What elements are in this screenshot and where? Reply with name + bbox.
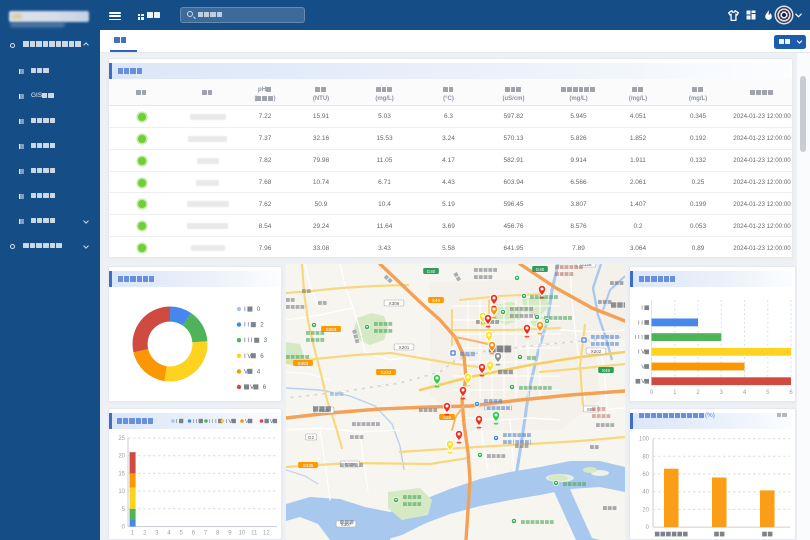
svg-text:I: I: [635, 335, 637, 341]
svg-text:I: I: [244, 322, 246, 329]
svg-text:S49: S49: [432, 298, 441, 303]
svg-text:G40: G40: [536, 267, 545, 272]
svg-text:G2: G2: [308, 435, 315, 440]
svg-text:I: I: [638, 350, 640, 356]
svg-text:S48: S48: [602, 368, 611, 373]
svg-text:S243: S243: [381, 370, 392, 375]
svg-text:I: I: [641, 306, 643, 312]
svg-text:100: 100: [639, 437, 650, 443]
svg-text:0: 0: [646, 525, 650, 531]
svg-text:I: I: [247, 337, 249, 344]
svg-text:G40: G40: [427, 269, 436, 274]
svg-text:10: 10: [118, 489, 125, 495]
svg-text:I: I: [641, 320, 643, 326]
svg-text:S353: S353: [326, 327, 337, 332]
svg-text:I: I: [196, 419, 198, 425]
svg-text:3: 3: [720, 390, 724, 396]
svg-text:2: 2: [696, 390, 700, 396]
svg-text:7: 7: [204, 531, 208, 537]
svg-text:40: 40: [642, 490, 649, 496]
svg-text:I: I: [244, 337, 246, 344]
svg-text:1: 1: [673, 390, 677, 396]
svg-text:I: I: [247, 322, 249, 329]
svg-text:11: 11: [251, 531, 258, 537]
svg-text:I: I: [638, 335, 640, 341]
svg-text:I: I: [244, 353, 246, 360]
svg-text:8: 8: [216, 531, 220, 537]
svg-text:20: 20: [642, 507, 649, 513]
svg-text:2: 2: [260, 322, 264, 329]
svg-text:2: 2: [143, 531, 147, 537]
svg-text:80: 80: [642, 454, 649, 460]
svg-text:S353: S353: [298, 361, 309, 366]
svg-text:4: 4: [167, 531, 171, 537]
svg-text:5: 5: [122, 507, 126, 513]
svg-text:1: 1: [131, 531, 135, 537]
svg-text:I: I: [215, 419, 217, 425]
svg-text:I: I: [226, 419, 228, 425]
svg-text:I: I: [638, 320, 640, 326]
svg-text:3: 3: [155, 531, 159, 537]
svg-text:S28: S28: [443, 415, 452, 420]
svg-text:60: 60: [642, 472, 649, 478]
svg-text:4: 4: [743, 390, 747, 396]
svg-text:0: 0: [122, 525, 126, 531]
svg-text:X306: X306: [389, 301, 400, 306]
svg-text:25: 25: [118, 436, 125, 442]
svg-text:I: I: [641, 335, 643, 341]
svg-text:0: 0: [257, 306, 261, 313]
svg-text:0: 0: [650, 390, 654, 396]
svg-text:3: 3: [264, 337, 268, 344]
svg-text:6: 6: [789, 390, 793, 396]
svg-text:X201: X201: [399, 345, 410, 350]
svg-text:I: I: [193, 419, 195, 425]
svg-text:6: 6: [263, 384, 267, 391]
svg-text:I: I: [244, 306, 246, 313]
svg-text:6: 6: [260, 353, 264, 360]
svg-text:12: 12: [263, 531, 270, 537]
svg-text:10: 10: [239, 531, 246, 537]
svg-text:I: I: [176, 419, 178, 425]
svg-text:X202: X202: [591, 349, 602, 354]
svg-text:9: 9: [228, 531, 232, 537]
svg-text:20: 20: [118, 454, 125, 460]
svg-text:5: 5: [180, 531, 184, 537]
svg-text:I: I: [209, 419, 211, 425]
svg-text:15: 15: [118, 471, 125, 477]
svg-text:I: I: [212, 419, 214, 425]
svg-text:4: 4: [257, 368, 261, 375]
svg-text:6: 6: [192, 531, 196, 537]
svg-text:5: 5: [766, 390, 770, 396]
svg-text:I: I: [251, 337, 253, 344]
svg-text:S335: S335: [303, 463, 314, 468]
